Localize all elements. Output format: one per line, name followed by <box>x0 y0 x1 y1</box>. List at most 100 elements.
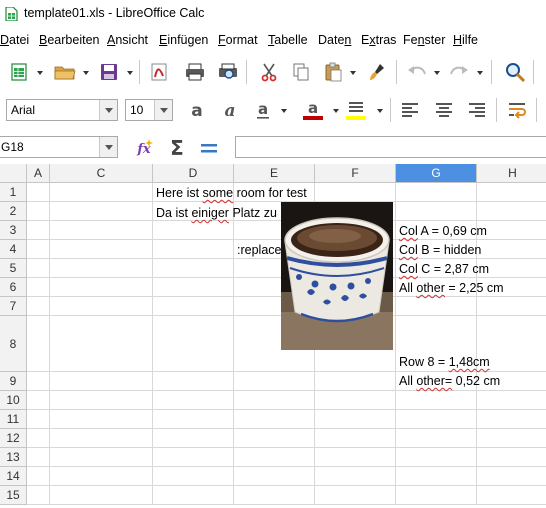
row-header-9[interactable]: 9 <box>0 372 27 391</box>
cell-g5[interactable]: Col C = 2,87 cm <box>399 261 489 277</box>
highlighting-button[interactable] <box>343 97 369 123</box>
scissors-icon <box>261 63 277 82</box>
column-header-d[interactable]: D <box>153 164 234 183</box>
font-name-dropdown-button[interactable] <box>99 100 117 120</box>
underline-button[interactable]: a <box>250 97 276 123</box>
menu-item-datei[interactable]: Datei <box>0 33 29 47</box>
highlighting-dropdown-arrow[interactable] <box>377 109 383 113</box>
cell-g4[interactable]: Col B = hidden <box>399 242 481 258</box>
clone-formatting-button[interactable] <box>364 59 390 85</box>
row-header-7[interactable]: 7 <box>0 297 27 316</box>
find-replace-button[interactable] <box>502 59 528 85</box>
new-dropdown-arrow[interactable] <box>37 71 43 75</box>
save-button[interactable] <box>96 59 122 85</box>
undo-dropdown-arrow[interactable] <box>434 71 440 75</box>
toolbar-separator <box>536 98 537 122</box>
font-size-combo[interactable]: 10 <box>125 99 173 121</box>
wrap-text-button[interactable] <box>505 97 531 123</box>
cell-g8-text: Row 8 = 1,48cm <box>399 355 490 369</box>
formatting-toolbar: Arial 10 a a a a <box>0 94 546 126</box>
copy-button[interactable] <box>288 59 314 85</box>
menu-item-tabelle[interactable]: Tabelle <box>268 33 308 47</box>
menu-item-daten[interactable]: Daten <box>318 33 351 47</box>
row-header-1[interactable]: 1 <box>0 183 27 202</box>
cell-g9[interactable]: All other= 0,52 cm <box>399 373 500 389</box>
align-center-button[interactable] <box>431 97 457 123</box>
row-header-6[interactable]: 6 <box>0 278 27 297</box>
row-header-5[interactable]: 5 <box>0 259 27 278</box>
bold-button[interactable]: a <box>184 97 210 123</box>
floppy-disk-icon <box>101 64 117 80</box>
menu-item-bearbeiten[interactable]: Bearbeiten <box>39 33 99 47</box>
row-header-3[interactable]: 3 <box>0 221 27 240</box>
formula-button[interactable] <box>196 135 222 161</box>
select-all-corner[interactable] <box>0 164 27 183</box>
open-dropdown-arrow[interactable] <box>83 71 89 75</box>
redo-dropdown-arrow[interactable] <box>477 71 483 75</box>
spreadsheet-grid[interactable]: ACDEFGH 1 2 3 4 5 6 7 8 9 10 11 12 13 14 15 Here ist s… <box>0 164 546 508</box>
cell-d1[interactable]: Here ist some room for test <box>156 185 307 201</box>
paste-button[interactable] <box>320 59 346 85</box>
row-header-4[interactable]: 4 <box>0 240 27 259</box>
font-size-dropdown-button[interactable] <box>154 100 172 120</box>
magnifier-icon <box>506 63 526 83</box>
new-spreadsheet-icon <box>11 63 27 81</box>
cell-d2[interactable]: Da ist einiger Platz zu <box>156 205 277 221</box>
menu-item-format[interactable]: Format <box>218 33 258 47</box>
row-header-11[interactable]: 11 <box>0 410 27 429</box>
svg-text:a: a <box>258 100 268 118</box>
row-header-2[interactable]: 2 <box>0 202 27 221</box>
column-header-g[interactable]: G <box>396 164 477 183</box>
row-gridline <box>27 390 546 391</box>
printer-icon <box>186 63 204 81</box>
formula-input[interactable] <box>235 136 546 158</box>
menu-item-hilfe[interactable]: Hilfe <box>453 33 478 47</box>
new-document-button[interactable] <box>6 59 32 85</box>
align-right-button[interactable] <box>464 97 490 123</box>
font-name-combo[interactable]: Arial <box>6 99 118 121</box>
cell-g6[interactable]: All other = 2,25 cm <box>399 280 504 296</box>
undo-button[interactable] <box>404 59 430 85</box>
cut-button[interactable] <box>256 59 282 85</box>
cell-e4[interactable]: :replace <box>237 242 281 258</box>
paste-dropdown-arrow[interactable] <box>350 71 356 75</box>
column-header-e[interactable]: E <box>234 164 315 183</box>
italic-button[interactable]: a <box>217 97 243 123</box>
row-header-15[interactable]: 15 <box>0 486 27 505</box>
menu-item-einfügen[interactable]: Einfügen <box>159 33 208 47</box>
font-color-dropdown-arrow[interactable] <box>333 109 339 113</box>
menu-item-ansicht[interactable]: Ansicht <box>107 33 148 47</box>
sum-button[interactable]: Σ <box>164 135 190 161</box>
row-header-13[interactable]: 13 <box>0 448 27 467</box>
print-preview-icon <box>219 63 237 79</box>
toolbar-separator <box>390 98 391 122</box>
open-button[interactable] <box>52 59 78 85</box>
export-pdf-button[interactable] <box>146 59 172 85</box>
underline-dropdown-arrow[interactable] <box>281 109 287 113</box>
column-header-c[interactable]: C <box>50 164 153 183</box>
row-header-8[interactable]: 8 <box>0 316 27 372</box>
cell-g3[interactable]: Col A = 0,69 cm <box>399 223 487 239</box>
pdf-icon <box>151 63 167 81</box>
row-header-10[interactable]: 10 <box>0 391 27 410</box>
font-color-button[interactable]: a <box>300 97 326 123</box>
print-button[interactable] <box>182 59 208 85</box>
print-preview-button[interactable] <box>215 59 241 85</box>
cell-g8[interactable]: Row 8 = 1,48cm <box>399 354 490 370</box>
column-header-f[interactable]: F <box>315 164 396 183</box>
redo-button[interactable] <box>446 59 472 85</box>
row-gridline <box>27 447 546 448</box>
menu-item-fenster[interactable]: Fenster <box>403 33 445 47</box>
name-box[interactable]: G18 <box>0 136 118 158</box>
menu-item-extras[interactable]: Extras <box>361 33 396 47</box>
column-header-h[interactable]: H <box>477 164 546 183</box>
save-dropdown-arrow[interactable] <box>127 71 133 75</box>
function-wizard-button[interactable]: fx <box>131 135 157 161</box>
coffee-cup-image[interactable] <box>281 202 393 350</box>
column-header-a[interactable]: A <box>27 164 50 183</box>
name-box-dropdown-button[interactable] <box>99 137 117 157</box>
row-header-12[interactable]: 12 <box>0 429 27 448</box>
align-left-button[interactable] <box>397 97 423 123</box>
row-header-14[interactable]: 14 <box>0 467 27 486</box>
cell-d1-text: Here ist some room for test <box>156 186 307 200</box>
